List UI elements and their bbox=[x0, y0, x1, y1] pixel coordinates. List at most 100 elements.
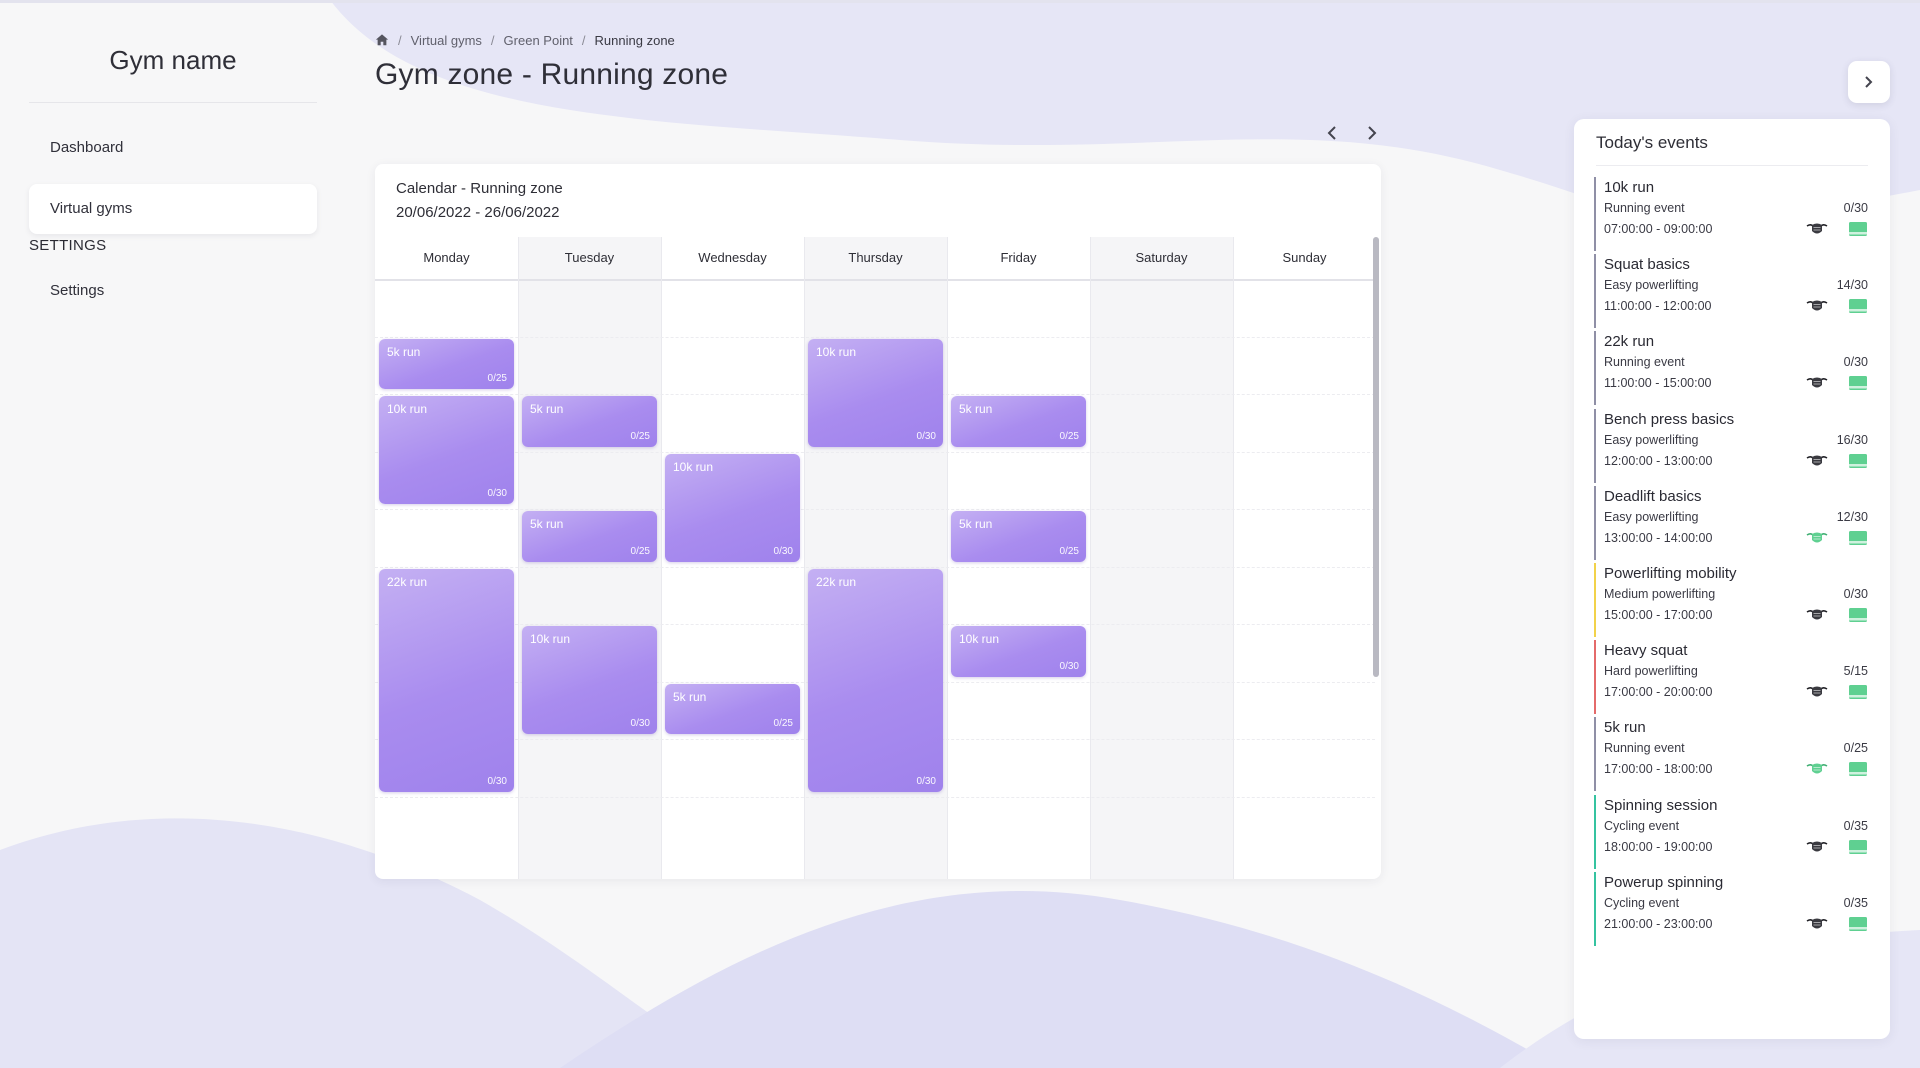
event-hours: 11:00:00 - 15:00:00 bbox=[1604, 376, 1712, 391]
next-week-button[interactable] bbox=[1361, 122, 1383, 144]
chevron-right-icon bbox=[1368, 126, 1377, 140]
page-title: Gym zone - Running zone bbox=[375, 58, 729, 91]
event-hours: 11:00:00 - 12:00:00 bbox=[1604, 299, 1712, 314]
calendar-event[interactable]: 10k run 0/30 bbox=[665, 453, 800, 562]
event-hours: 17:00:00 - 18:00:00 bbox=[1604, 762, 1713, 777]
calendar-event[interactable]: 5k run 0/25 bbox=[951, 396, 1086, 447]
calendar-grid: Monday Tuesday Wednesday Thursday Friday Satu… bbox=[375, 237, 1376, 879]
event-title: Spinning session bbox=[1604, 796, 1718, 814]
event-name: 22k run bbox=[387, 574, 428, 589]
event-capacity: 16/30 bbox=[1836, 432, 1868, 447]
sidebar-item-virtual-gyms[interactable]: Virtual gyms bbox=[29, 184, 317, 234]
event-capacity: 5/15 bbox=[1843, 664, 1868, 679]
breadcrumb-current: Running zone bbox=[594, 32, 675, 48]
event-name: 10k run bbox=[959, 632, 1000, 646]
mat-icon bbox=[1849, 222, 1867, 236]
calendar-event[interactable]: 10k run 0/30 bbox=[951, 626, 1086, 677]
calendar-event[interactable]: 5k run 0/25 bbox=[522, 396, 657, 447]
event-name: 5k run bbox=[959, 402, 993, 416]
event-capacity: 0/25 bbox=[487, 373, 507, 384]
event-capacity: 0/25 bbox=[1843, 741, 1868, 756]
calendar-date-range: 20/06/2022 - 26/06/2022 bbox=[396, 204, 560, 221]
event-hours: 12:00:00 - 13:00:00 bbox=[1604, 453, 1713, 468]
sidebar-item-settings[interactable]: Settings bbox=[29, 266, 317, 316]
event-name: 10k run bbox=[530, 632, 571, 646]
event-category: Easy powerlifting bbox=[1604, 432, 1699, 447]
day-header: Wednesday bbox=[661, 237, 804, 281]
calendar-event[interactable]: 10k run 0/30 bbox=[808, 338, 943, 447]
event-hours: 15:00:00 - 17:00:00 bbox=[1604, 608, 1713, 622]
calendar-event[interactable]: 10k run 0/30 bbox=[522, 626, 657, 734]
mat-icon bbox=[1849, 762, 1867, 777]
toggle-events-panel-button[interactable] bbox=[1848, 61, 1890, 103]
time-row-line bbox=[375, 451, 1375, 453]
event-capacity: 0/25 bbox=[1059, 545, 1079, 557]
event-capacity: 0/25 bbox=[630, 545, 650, 557]
event-capacity: 0/25 bbox=[773, 718, 793, 729]
day-header: Sunday bbox=[1233, 237, 1376, 281]
today-event-card[interactable]: Heavy squat Hard powerlifting 5/15 17:00:00… bbox=[1594, 640, 1870, 715]
day-header: Monday bbox=[375, 237, 518, 281]
event-name: 22k run bbox=[816, 574, 857, 589]
event-category: Running event bbox=[1604, 201, 1685, 215]
today-event-card[interactable]: 5k run Running event 0/25 17:00:00 - 18:00:… bbox=[1594, 717, 1870, 792]
today-event-card[interactable]: Powerlifting mobility Medium powerlifting… bbox=[1594, 563, 1870, 637]
calendar-event[interactable]: 22k run 0/30 bbox=[379, 568, 514, 792]
event-capacity: 0/30 bbox=[630, 718, 650, 729]
today-event-card[interactable]: Spinning session Cycling event 0/35 18:00:0… bbox=[1594, 794, 1870, 869]
event-capacity: 0/35 bbox=[1843, 818, 1868, 833]
today-event-card[interactable]: Deadlift basics Easy powerlifting 12/30 13:… bbox=[1594, 485, 1870, 560]
home-icon[interactable] bbox=[375, 33, 389, 47]
day-column-saturday: Saturday bbox=[1090, 237, 1233, 879]
event-title: 5k run bbox=[1604, 719, 1646, 737]
mat-icon bbox=[1849, 916, 1867, 931]
breadcrumb-virtual-gyms[interactable]: Virtual gyms bbox=[411, 33, 482, 48]
calendar-event[interactable]: 5k run 0/25 bbox=[951, 511, 1086, 562]
event-title: Powerlifting mobility bbox=[1604, 565, 1737, 582]
calendar-scrollbar[interactable] bbox=[1373, 237, 1379, 677]
calendar-event[interactable]: 5k run 0/25 bbox=[665, 683, 800, 734]
event-category: Running event bbox=[1604, 741, 1685, 756]
breadcrumb-green-point[interactable]: Green Point bbox=[504, 33, 573, 48]
today-event-card[interactable]: Powerup spinning Cycling event 0/35 21:00:0… bbox=[1594, 871, 1870, 946]
calendar-event[interactable]: 10k run 0/30 bbox=[379, 396, 514, 504]
event-title: Deadlift basics bbox=[1604, 487, 1702, 505]
event-name: 10k run bbox=[816, 344, 857, 359]
today-event-card[interactable]: 10k run Running event 0/30 07:00:00 - 09:00… bbox=[1594, 177, 1870, 251]
event-category: Easy powerlifting bbox=[1604, 278, 1699, 293]
sidebar-item-dashboard[interactable]: Dashboard bbox=[29, 123, 317, 173]
calendar-event[interactable]: 5k run 0/25 bbox=[379, 338, 514, 389]
today-event-card[interactable]: 22k run Running event 0/30 11:00:00 - 15:00… bbox=[1594, 331, 1870, 406]
event-category: Running event bbox=[1604, 355, 1685, 370]
event-capacity: 0/30 bbox=[1843, 587, 1868, 601]
brand-title: Gym name bbox=[29, 40, 317, 103]
today-event-card[interactable]: Squat basics Easy powerlifting 14/30 11:00:… bbox=[1594, 254, 1870, 329]
event-capacity: 0/25 bbox=[630, 430, 650, 442]
today-event-card[interactable]: Bench press basics Easy powerlifting 16/30… bbox=[1594, 408, 1870, 483]
chevron-left-icon bbox=[1327, 126, 1336, 140]
face-mask-icon bbox=[1806, 609, 1828, 620]
event-name: 10k run bbox=[387, 402, 428, 416]
time-row-line bbox=[375, 566, 1375, 568]
time-row-line bbox=[375, 336, 1375, 338]
event-category: Hard powerlifting bbox=[1604, 664, 1698, 679]
calendar-event[interactable]: 22k run 0/30 bbox=[808, 568, 943, 792]
event-category: Medium powerlifting bbox=[1604, 587, 1716, 601]
event-title: Squat basics bbox=[1604, 256, 1690, 274]
event-capacity: 0/30 bbox=[1059, 660, 1079, 672]
face-mask-icon bbox=[1806, 686, 1828, 697]
previous-week-button[interactable] bbox=[1321, 122, 1343, 144]
event-capacity: 0/30 bbox=[487, 775, 507, 787]
event-capacity: 0/30 bbox=[1843, 355, 1868, 370]
event-capacity: 0/30 bbox=[487, 488, 507, 499]
mat-icon bbox=[1849, 608, 1867, 622]
column-separator bbox=[804, 237, 805, 879]
face-mask-icon bbox=[1806, 918, 1828, 929]
face-mask-icon bbox=[1806, 377, 1828, 388]
mat-icon bbox=[1849, 685, 1867, 700]
mat-icon bbox=[1849, 376, 1867, 391]
calendar-event[interactable]: 5k run 0/25 bbox=[522, 511, 657, 562]
column-separator bbox=[947, 237, 948, 879]
event-capacity: 0/30 bbox=[916, 430, 936, 442]
column-separator bbox=[518, 237, 519, 879]
